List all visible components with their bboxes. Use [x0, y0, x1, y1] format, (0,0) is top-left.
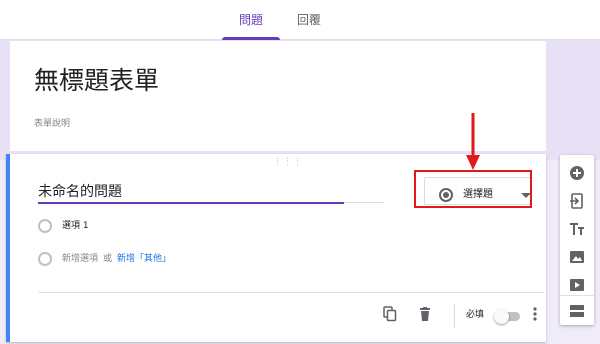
- required-label: 必填: [466, 310, 485, 320]
- form-title-card: 無標題表單 表單說明: [10, 41, 546, 151]
- form-title[interactable]: 無標題表單: [34, 61, 159, 97]
- add-title-icon[interactable]: [569, 221, 585, 237]
- required-toggle[interactable]: [494, 309, 522, 324]
- more-vert-icon: [533, 306, 537, 321]
- option-row: 選項 1: [38, 218, 89, 234]
- form-description[interactable]: 表單說明: [34, 116, 70, 129]
- question-type-dropdown[interactable]: 選擇題: [422, 175, 534, 207]
- add-video-icon[interactable]: [569, 277, 585, 293]
- or-text: 或: [103, 254, 113, 264]
- footer-separator: [454, 304, 455, 328]
- add-option-input[interactable]: 新增選項: [62, 252, 98, 266]
- form-editor: 問題 回覆 無標題表單 表單說明 ⋮⋮⋮ 未命名的問題 選擇題 選項 1 新增選…: [0, 0, 600, 344]
- question-type-label: 選擇題: [463, 189, 493, 200]
- side-toolbar: [560, 155, 594, 325]
- question-title-input[interactable]: 未命名的問題: [38, 182, 344, 204]
- footer-divider: [38, 292, 544, 293]
- import-questions-icon[interactable]: [569, 193, 585, 209]
- option-label[interactable]: 選項 1: [62, 219, 89, 233]
- radio-button-icon: [439, 188, 453, 202]
- toolbar-divider: [560, 295, 594, 296]
- add-question-icon[interactable]: [569, 165, 585, 181]
- top-bar: 問題 回覆: [0, 0, 600, 40]
- tab-questions[interactable]: 問題: [222, 0, 280, 40]
- add-section-icon[interactable]: [569, 303, 585, 319]
- radio-empty-icon: [38, 252, 52, 266]
- delete-button[interactable]: [415, 304, 435, 326]
- chevron-down-icon: [521, 193, 531, 198]
- more-options-button[interactable]: [530, 304, 540, 326]
- tab-bar: 問題 回覆: [222, 0, 338, 40]
- copy-icon: [383, 305, 397, 321]
- add-option-row: 新增選項 或 新增「其他」: [38, 251, 171, 267]
- add-image-icon[interactable]: [569, 249, 585, 265]
- drag-handle-icon[interactable]: ⋮⋮⋮: [273, 158, 302, 167]
- radio-empty-icon: [38, 219, 52, 233]
- trash-icon: [420, 306, 430, 321]
- add-other-link[interactable]: 新增「其他」: [117, 252, 171, 266]
- toggle-knob: [494, 309, 509, 324]
- question-title-underline: [344, 202, 384, 203]
- duplicate-button[interactable]: [380, 304, 400, 326]
- question-type-field: 選擇題: [424, 177, 532, 205]
- question-card: ⋮⋮⋮ 未命名的問題 選擇題 選項 1 新增選項 或 新增「其他」 必填: [6, 154, 546, 342]
- tab-responses[interactable]: 回覆: [280, 0, 338, 40]
